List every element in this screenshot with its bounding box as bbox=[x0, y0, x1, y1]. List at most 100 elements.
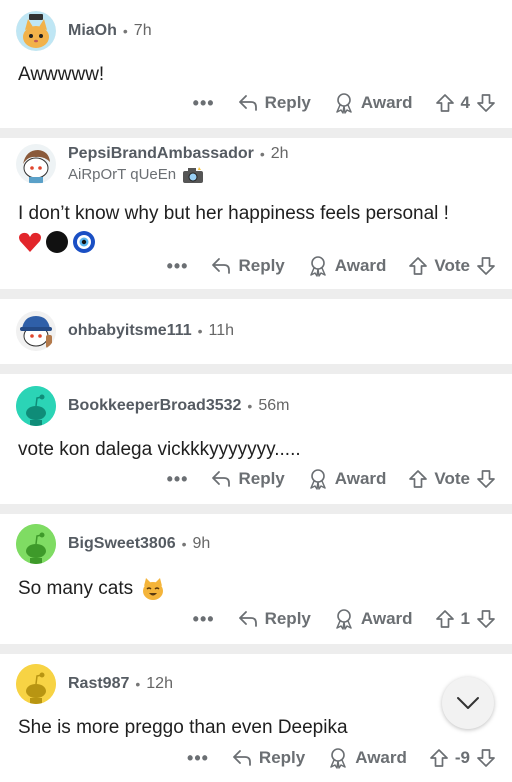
more-options-button[interactable]: ••• bbox=[193, 609, 215, 630]
reply-button[interactable]: Reply bbox=[237, 609, 311, 629]
reply-icon bbox=[212, 471, 231, 487]
downvote-icon[interactable] bbox=[476, 748, 496, 768]
more-options-button[interactable]: ••• bbox=[193, 93, 215, 114]
upvote-icon[interactable] bbox=[408, 256, 428, 276]
comment-text: I don’t know why but her happiness feels… bbox=[18, 201, 494, 254]
username[interactable]: ohbabyitsme111 bbox=[68, 322, 192, 340]
user-flair: AiRpOrT qUeEn bbox=[68, 166, 289, 184]
timestamp: 7h bbox=[133, 22, 152, 39]
chevron-down-icon bbox=[457, 697, 479, 709]
user-avatar[interactable] bbox=[16, 11, 56, 51]
username[interactable]: BigSweet3806 bbox=[68, 535, 176, 553]
vote-control: Vote bbox=[408, 469, 496, 489]
reply-button[interactable]: Reply bbox=[210, 256, 285, 276]
comment-text-line: I don’t know why but her happiness feels… bbox=[18, 203, 449, 224]
camera-flash-emoji-icon bbox=[183, 166, 204, 183]
comment-card: MiaOh • 7h Awwwww! ••• Reply Award 4 bbox=[0, 0, 512, 128]
snoo-avatar-icon bbox=[16, 386, 56, 426]
username[interactable]: Rast987 bbox=[68, 675, 129, 693]
award-button[interactable]: Award bbox=[333, 92, 413, 114]
award-icon bbox=[336, 609, 352, 630]
downvote-icon[interactable] bbox=[476, 256, 496, 276]
more-options-button[interactable]: ••• bbox=[187, 748, 209, 769]
vote-control: 1 bbox=[435, 609, 496, 629]
comment-card: BigSweet3806 • 9h So many cats ••• Reply… bbox=[0, 514, 512, 644]
downvote-icon[interactable] bbox=[476, 93, 496, 113]
comment-actions: ••• Reply Award 1 bbox=[193, 608, 496, 630]
comment-text: She is more preggo than even Deepika bbox=[18, 717, 348, 738]
timestamp: 9h bbox=[192, 535, 211, 552]
separator-dot: • bbox=[135, 676, 141, 692]
comment-text: Awwwww! bbox=[18, 64, 105, 85]
reply-label: Reply bbox=[238, 469, 285, 488]
upvote-icon[interactable] bbox=[429, 748, 449, 768]
smiling-cat-emoji-icon bbox=[143, 578, 164, 600]
more-options-button[interactable]: ••• bbox=[167, 469, 189, 490]
comment-text-line: So many cats bbox=[18, 578, 134, 599]
award-button[interactable]: Award bbox=[333, 608, 413, 630]
vote-count: 1 bbox=[460, 609, 470, 628]
award-label: Award bbox=[355, 748, 407, 767]
snoo-avatar-icon bbox=[16, 524, 56, 564]
snoo-avatar-icon bbox=[16, 664, 56, 704]
timestamp: 11h bbox=[208, 322, 235, 339]
vote-count: 4 bbox=[460, 93, 470, 112]
upvote-icon[interactable] bbox=[435, 93, 455, 113]
comment-actions: ••• Reply Award -9 bbox=[187, 747, 496, 769]
comment-text: So many cats bbox=[18, 576, 494, 602]
comment-card: BookkeeperBroad3532 • 56m vote kon daleg… bbox=[0, 374, 512, 504]
user-avatar[interactable] bbox=[16, 386, 56, 426]
user-avatar[interactable] bbox=[16, 524, 56, 564]
upvote-icon[interactable] bbox=[435, 609, 455, 629]
separator-dot: • bbox=[247, 398, 253, 414]
nazar-amulet-emoji-icon bbox=[73, 231, 95, 253]
username[interactable]: BookkeeperBroad3532 bbox=[68, 397, 241, 415]
comment-actions: ••• Reply Award Vote bbox=[167, 255, 496, 277]
username[interactable]: PepsiBrandAmbassador bbox=[68, 145, 254, 163]
separator-dot: • bbox=[181, 536, 187, 552]
vote-label: Vote bbox=[434, 469, 470, 488]
timestamp: 56m bbox=[258, 397, 290, 414]
scroll-down-button[interactable] bbox=[442, 677, 494, 729]
vote-label: Vote bbox=[434, 256, 470, 275]
reply-icon bbox=[212, 258, 231, 274]
flair-text: AiRpOrT qUeEn bbox=[68, 166, 177, 183]
comment-text: vote kon dalega vickkkyyyyyyy..... bbox=[18, 439, 301, 460]
downvote-icon[interactable] bbox=[476, 469, 496, 489]
vote-count: -9 bbox=[454, 748, 470, 767]
award-icon bbox=[310, 469, 326, 490]
award-label: Award bbox=[334, 256, 387, 275]
vote-control: 4 bbox=[435, 93, 496, 113]
vote-control: Vote bbox=[408, 256, 496, 276]
award-icon bbox=[310, 256, 326, 277]
username[interactable]: MiaOh bbox=[68, 22, 117, 40]
upvote-icon[interactable] bbox=[408, 469, 428, 489]
black-circle-emoji-icon bbox=[46, 231, 68, 253]
separator-dot: • bbox=[259, 145, 265, 162]
award-icon bbox=[330, 748, 346, 769]
reply-icon bbox=[238, 611, 257, 627]
reply-button[interactable]: Reply bbox=[231, 748, 305, 768]
vote-control: -9 bbox=[429, 748, 496, 768]
user-avatar[interactable] bbox=[16, 311, 56, 351]
award-label: Award bbox=[334, 469, 387, 488]
award-button[interactable]: Award bbox=[327, 747, 407, 769]
award-label: Award bbox=[360, 93, 413, 112]
reply-icon bbox=[233, 750, 251, 766]
user-avatar[interactable] bbox=[16, 664, 56, 704]
more-options-button[interactable]: ••• bbox=[167, 256, 189, 277]
reply-button[interactable]: Reply bbox=[210, 469, 285, 489]
reply-label: Reply bbox=[264, 93, 311, 112]
award-label: Award bbox=[360, 609, 413, 628]
comment-feed: MiaOh • 7h Awwwww! ••• Reply Award 4 Pep… bbox=[0, 0, 512, 782]
timestamp: 12h bbox=[146, 675, 173, 692]
separator-dot: • bbox=[122, 23, 128, 39]
award-button[interactable]: Award bbox=[307, 255, 387, 277]
comment-card-collapsed[interactable]: ohbabyitsme111 • 11h bbox=[0, 299, 512, 364]
reply-button[interactable]: Reply bbox=[237, 93, 311, 113]
award-icon bbox=[336, 93, 352, 114]
award-button[interactable]: Award bbox=[307, 468, 387, 490]
downvote-icon[interactable] bbox=[476, 609, 496, 629]
user-avatar[interactable] bbox=[16, 144, 56, 184]
comment-card: Rast987 • 12h She is more preggo than ev… bbox=[0, 654, 512, 782]
